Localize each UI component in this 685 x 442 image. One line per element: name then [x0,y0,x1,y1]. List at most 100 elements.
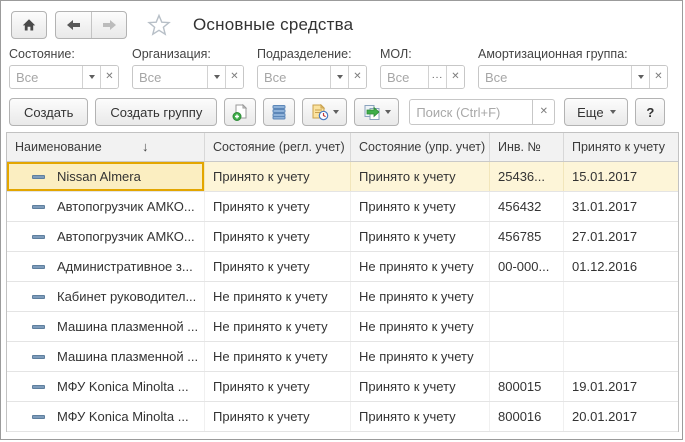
filter-department-clear-button[interactable]: ✕ [348,66,366,88]
cell-state-mgmt[interactable]: Не принято к учету [351,342,490,371]
filter-department-dropdown-button[interactable] [330,66,348,88]
cell-inventory-number[interactable] [490,312,564,341]
filter-mol-value[interactable]: Все [381,66,428,88]
cell-state-reg[interactable]: Принято к учету [205,192,351,221]
cell-inventory-number[interactable]: 800016 [490,402,564,431]
list-settings-button[interactable] [263,98,295,126]
column-header-state-reg[interactable]: Состояние (регл. учет) [205,133,351,161]
cell-name[interactable]: Кабинет руководител... [7,282,205,311]
filter-state-dropdown-button[interactable] [82,66,100,88]
favorite-star-icon[interactable] [147,13,171,37]
cell-state-reg[interactable]: Принято к учету [205,222,351,251]
cell-name[interactable]: Nissan Almera [7,162,205,191]
cell-state-reg[interactable]: Не принято к учету [205,282,351,311]
chevron-down-icon [638,75,644,79]
table-row[interactable]: Кабинет руководител... Не принято к учет… [7,282,678,312]
cell-accepted-date[interactable]: 27.01.2017 [564,222,678,251]
forward-button[interactable] [91,12,126,38]
cell-name[interactable]: Машина плазменной ... [7,342,205,371]
cell-state-reg[interactable]: Не принято к учету [205,342,351,371]
cell-state-reg[interactable]: Принято к учету [205,372,351,401]
cell-state-mgmt[interactable]: Не принято к учету [351,252,490,281]
cell-accepted-date[interactable]: 31.01.2017 [564,192,678,221]
cell-accepted-date[interactable]: 01.12.2016 [564,252,678,281]
cell-accepted-date[interactable]: 19.01.2017 [564,372,678,401]
table-row[interactable]: Автопогрузчик АМКО... Принято к учету Пр… [7,192,678,222]
filter-depreciation-group-dropdown-button[interactable] [631,66,649,88]
cell-inventory-number[interactable]: 456785 [490,222,564,251]
cell-accepted-date[interactable] [564,282,678,311]
document-add-icon [232,104,249,121]
cell-inventory-number[interactable]: 25436... [490,162,564,191]
more-button[interactable]: Еще [564,98,628,126]
column-header-accepted-date[interactable]: Принято к учету [564,133,678,161]
filter-depreciation-group-clear-button[interactable]: ✕ [649,66,667,88]
cell-state-mgmt[interactable]: Не принято к учету [351,282,490,311]
help-button[interactable]: ? [635,98,665,126]
cell-inventory-number[interactable]: 456432 [490,192,564,221]
filter-organization-value[interactable]: Все [133,66,207,88]
cell-state-mgmt[interactable]: Принято к учету [351,402,490,431]
filter-state-input[interactable]: Все ✕ [9,65,119,89]
filter-organization-input[interactable]: Все ✕ [132,65,244,89]
cell-name[interactable]: Административное з... [7,252,205,281]
cell-state-reg[interactable]: Не принято к учету [205,312,351,341]
cell-name[interactable]: Автопогрузчик АМКО... [7,222,205,251]
filter-mol-picker-button[interactable]: ... [428,66,446,88]
search-input[interactable] [409,99,533,125]
search-clear-button[interactable]: ✕ [533,99,555,125]
cell-accepted-date[interactable]: 15.01.2017 [564,162,678,191]
back-button[interactable] [56,12,91,38]
cell-accepted-date[interactable]: 20.01.2017 [564,402,678,431]
document-history-dropdown-button[interactable] [302,98,347,126]
cell-state-mgmt[interactable]: Принято к учету [351,372,490,401]
create-group-button[interactable]: Создать группу [95,98,217,126]
cell-name[interactable]: Машина плазменной ... [7,312,205,341]
cell-accepted-date[interactable] [564,342,678,371]
cell-name[interactable]: МФУ Konica Minolta ... [7,372,205,401]
cell-state-mgmt[interactable]: Принято к учету [351,222,490,251]
cell-name[interactable]: МФУ Konica Minolta ... [7,402,205,431]
element-marker-icon [32,415,45,419]
column-header-name[interactable]: Наименование ↓ [7,133,205,161]
cell-state-mgmt[interactable]: Принято к учету [351,162,490,191]
filter-organization-clear-button[interactable]: ✕ [225,66,243,88]
home-button[interactable] [11,11,47,39]
create-button[interactable]: Создать [9,98,88,126]
filter-organization: Организация: Все ✕ [132,47,244,89]
filter-department-input[interactable]: Все ✕ [257,65,367,89]
column-header-inventory-number[interactable]: Инв. № [490,133,564,161]
cell-state-reg[interactable]: Принято к учету [205,162,351,191]
filter-depreciation-group-value[interactable]: Все [479,66,631,88]
filter-state-value[interactable]: Все [10,66,82,88]
cell-state-reg[interactable]: Принято к учету [205,252,351,281]
table-row[interactable]: Автопогрузчик АМКО... Принято к учету Пр… [7,222,678,252]
filter-mol-input[interactable]: Все ... ✕ [380,65,465,89]
filter-department-value[interactable]: Все [258,66,330,88]
based-on-create-dropdown-button[interactable] [354,98,399,126]
filter-mol-clear-button[interactable]: ✕ [446,66,464,88]
cell-inventory-number[interactable] [490,282,564,311]
cell-inventory-number[interactable]: 800015 [490,372,564,401]
cell-state-mgmt[interactable]: Принято к учету [351,192,490,221]
cell-state-reg[interactable]: Принято к учету [205,402,351,431]
search-group: ✕ [409,99,555,125]
filter-organization-dropdown-button[interactable] [207,66,225,88]
table-row[interactable]: Административное з... Принято к учету Не… [7,252,678,282]
cell-state-mgmt[interactable]: Не принято к учету [351,312,490,341]
filter-depreciation-group-input[interactable]: Все ✕ [478,65,668,89]
table-row[interactable]: МФУ Konica Minolta ... Принято к учету П… [7,402,678,432]
table-row[interactable]: Машина плазменной ... Не принято к учету… [7,342,678,372]
cell-inventory-number[interactable] [490,342,564,371]
filter-department-label: Подразделение: [257,47,367,61]
column-header-state-mgmt[interactable]: Состояние (упр. учет) [351,133,490,161]
filter-depreciation-group: Амортизационная группа: Все ✕ [478,47,668,89]
filter-state-clear-button[interactable]: ✕ [100,66,118,88]
copy-element-button[interactable] [224,98,256,126]
cell-inventory-number[interactable]: 00-000... [490,252,564,281]
table-row[interactable]: МФУ Konica Minolta ... Принято к учету П… [7,372,678,402]
cell-name[interactable]: Автопогрузчик АМКО... [7,192,205,221]
table-row[interactable]: Машина плазменной ... Не принято к учету… [7,312,678,342]
cell-accepted-date[interactable] [564,312,678,341]
table-row[interactable]: Nissan Almera Принято к учету Принято к … [7,162,678,192]
